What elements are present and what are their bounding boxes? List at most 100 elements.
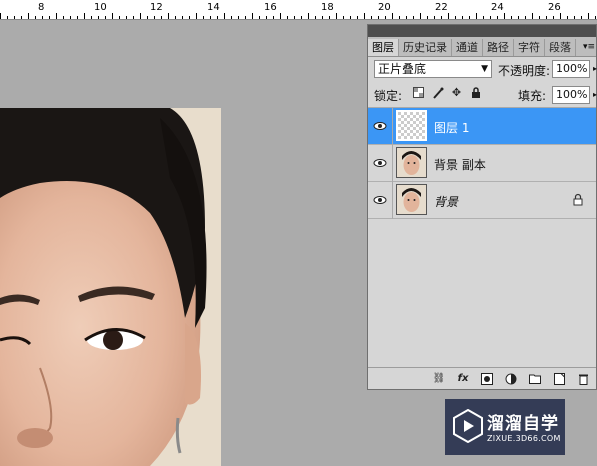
adjustment-icon[interactable] — [504, 372, 518, 386]
ruler-tick — [553, 16, 554, 19]
panel-menu-icon[interactable]: ▾≡ — [582, 39, 596, 56]
visibility-eye-icon[interactable] — [372, 118, 388, 134]
ruler-tick — [455, 16, 456, 19]
ruler-tick — [364, 13, 365, 19]
ruler-tick — [119, 16, 120, 19]
visibility-eye-icon[interactable] — [372, 155, 388, 171]
blend-mode-value: 正片叠底 — [378, 62, 427, 76]
layer-thumbnail-transparent — [396, 110, 427, 141]
ruler-tick — [210, 16, 211, 19]
ruler-tick — [413, 16, 414, 19]
ruler-tick — [56, 13, 57, 19]
ruler-tick — [21, 16, 22, 19]
layers-panel-footer: ⛓ fx — [368, 367, 596, 389]
ruler-tick — [322, 16, 323, 19]
ruler-tick — [140, 13, 141, 19]
panel-tab-strip: 图层 历史记录 通道 路径 字符 段落 ▾≡ — [368, 37, 596, 57]
lock-transparent-pixels-icon[interactable] — [412, 86, 425, 99]
link-icon[interactable]: ⛓ — [432, 372, 446, 386]
ruler-tick — [448, 13, 449, 19]
ruler-tick — [42, 16, 43, 19]
fill-label: 填充: — [518, 89, 547, 103]
visibility-eye-icon[interactable] — [372, 192, 388, 208]
ruler-tick — [469, 16, 470, 19]
ruler-tick — [182, 16, 183, 19]
group-folder-icon[interactable] — [528, 372, 542, 386]
tab-paths[interactable]: 路径 — [483, 39, 514, 56]
ruler-tick — [343, 16, 344, 19]
ruler-label-14: 14 — [207, 2, 220, 13]
lock-image-pixels-icon[interactable] — [431, 86, 444, 99]
new-layer-icon[interactable] — [552, 372, 566, 386]
ruler-tick — [441, 16, 442, 19]
layer-thumbnail-face — [396, 184, 427, 215]
mask-icon[interactable] — [480, 372, 494, 386]
blend-mode-select[interactable]: 正片叠底 ▼ — [374, 60, 492, 78]
ruler-tick — [483, 16, 484, 19]
ruler-tick — [280, 13, 281, 19]
tab-channels[interactable]: 通道 — [452, 39, 483, 56]
ruler-tick — [588, 13, 589, 19]
layers-panel: 图层 历史记录 通道 路径 字符 段落 ▾≡ 正片叠底 ▼ 不透明度: 100%… — [367, 24, 597, 390]
ruler-tick — [392, 13, 393, 19]
opacity-input[interactable]: 100% — [552, 60, 590, 78]
ruler-tick — [147, 16, 148, 19]
layer-row-layer-1[interactable]: 图层 1 — [368, 108, 596, 145]
layer-row-background-copy[interactable]: 背景 副本 — [368, 145, 596, 182]
ruler-tick — [245, 16, 246, 19]
ruler-tick — [399, 16, 400, 19]
ruler-label-26: 26 — [548, 2, 561, 13]
tab-history[interactable]: 历史记录 — [399, 39, 452, 56]
layers-list: 图层 1 背景 副本 背景 — [368, 107, 596, 368]
watermark-title: 溜溜自学 — [487, 414, 559, 434]
ruler-tick — [224, 13, 225, 19]
ruler-tick — [357, 16, 358, 19]
ruler-tick — [252, 13, 253, 19]
ruler-tick — [168, 13, 169, 19]
ruler-tick — [462, 16, 463, 19]
ruler-tick — [434, 16, 435, 19]
ruler-tick — [266, 16, 267, 19]
ruler-label-24: 24 — [491, 2, 504, 13]
ruler-label-18: 18 — [321, 2, 334, 13]
tab-paragraph[interactable]: 段落 — [545, 39, 576, 56]
ruler-tick — [518, 16, 519, 19]
divider — [392, 145, 393, 182]
fill-input[interactable]: 100% — [552, 86, 590, 104]
ruler-tick — [154, 16, 155, 19]
fx-icon[interactable]: fx — [456, 372, 470, 386]
ruler-tick — [315, 16, 316, 19]
ruler-label-22: 22 — [435, 2, 448, 13]
ruler-tick — [350, 16, 351, 19]
lock-all-icon[interactable] — [469, 86, 482, 99]
lock-row: 锁定: ✥ 填充: 100% ▸ — [368, 83, 597, 107]
ruler-tick — [35, 16, 36, 19]
ruler-label-16: 16 — [264, 2, 277, 13]
ruler-tick — [231, 16, 232, 19]
ruler-tick — [525, 16, 526, 19]
ruler-tick — [175, 16, 176, 19]
layer-name: 背景 副本 — [434, 158, 486, 172]
ruler-tick — [98, 16, 99, 19]
lock-position-icon[interactable]: ✥ — [450, 86, 463, 99]
trash-icon[interactable] — [576, 372, 590, 386]
ruler-tick — [196, 13, 197, 19]
tab-layers[interactable]: 图层 — [368, 39, 399, 56]
tab-character[interactable]: 字符 — [514, 39, 545, 56]
fill-slider-arrow-icon[interactable]: ▸ — [590, 86, 597, 104]
layer-row-background[interactable]: 背景 — [368, 182, 596, 219]
ruler-tick — [70, 16, 71, 19]
ruler-tick — [497, 16, 498, 19]
opacity-slider-arrow-icon[interactable]: ▸ — [590, 60, 597, 78]
ruler-tick — [273, 16, 274, 19]
ruler-tick — [427, 16, 428, 19]
ruler-tick — [133, 16, 134, 19]
watermark-subtitle: ZIXUE.3D66.COM — [487, 434, 561, 443]
ruler-tick — [238, 16, 239, 19]
document-photo[interactable] — [0, 108, 221, 466]
layer-lock-icon — [573, 193, 583, 206]
ruler-tick — [14, 16, 15, 19]
ruler-label-12: 12 — [150, 2, 163, 13]
panel-title-bar[interactable] — [368, 25, 596, 37]
ruler-tick — [105, 16, 106, 19]
